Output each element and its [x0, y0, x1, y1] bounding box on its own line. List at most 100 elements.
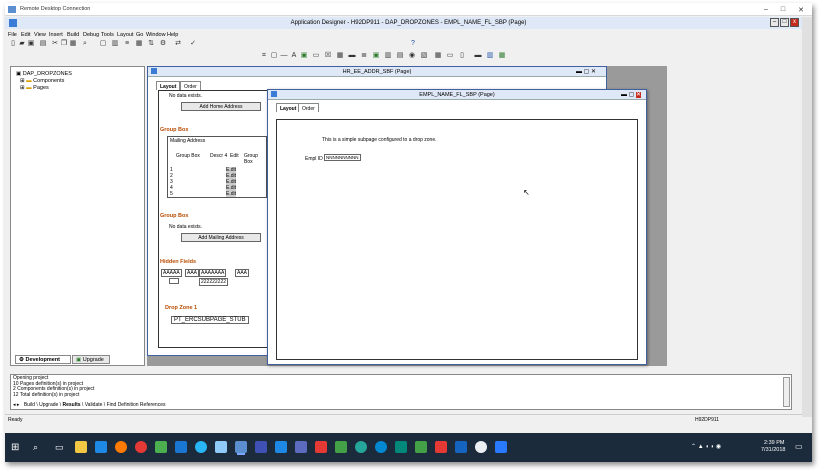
menu-layout[interactable]: Layout — [117, 32, 134, 38]
grid-icon[interactable]: ▦ — [135, 40, 143, 48]
output-tab-upgrade[interactable]: Upgrade — [39, 402, 58, 408]
groupbox-icon[interactable]: ▢ — [270, 52, 278, 60]
pivot-icon[interactable]: ▦ — [498, 52, 506, 60]
menu-help[interactable]: Help — [167, 32, 178, 38]
notifications-icon[interactable]: ▭ — [795, 442, 803, 451]
line-icon[interactable]: — — [280, 52, 288, 60]
button-icon[interactable]: ▬ — [348, 52, 356, 60]
clock-date[interactable]: 7/31/2018 — [761, 447, 785, 453]
window-icon[interactable]: ▢ — [99, 40, 107, 48]
paint-icon[interactable] — [155, 441, 167, 453]
app-icon-15[interactable] — [355, 441, 367, 453]
output-tab-results[interactable]: Results — [62, 402, 80, 408]
app-icon-20[interactable] — [455, 441, 467, 453]
windows-start-icon[interactable]: ⊞ — [11, 442, 19, 453]
editbox-icon[interactable]: ▭ — [312, 52, 320, 60]
app-icon-16[interactable] — [375, 441, 387, 453]
menu-go[interactable]: Go — [136, 32, 143, 38]
output-nav-icon[interactable]: ◂ ▸ — [13, 402, 19, 408]
frame-icon[interactable]: ⌗ — [260, 52, 268, 60]
app-minimize-button[interactable]: – — [770, 18, 779, 27]
menu-debug[interactable]: Debug — [83, 32, 99, 38]
subpage-icon[interactable]: ▤ — [396, 52, 404, 60]
output-scrollbar[interactable] — [783, 377, 790, 407]
app-icon-12[interactable] — [295, 441, 307, 453]
empl-tab-layout[interactable]: Layout — [276, 103, 301, 112]
tab-icon[interactable]: ▯ — [458, 52, 466, 60]
project-tab-upgrade[interactable]: ▣ Upgrade — [72, 355, 110, 364]
tree-item-components[interactable]: ⊞ ▬ Components — [16, 78, 72, 85]
radio-icon[interactable]: ◉ — [408, 52, 416, 60]
project-tab-development[interactable]: ⚙ Development — [15, 355, 71, 364]
rdp-maximize-button[interactable]: □ — [777, 6, 789, 13]
tree-icon[interactable]: ▣ — [372, 52, 380, 60]
cut-icon[interactable]: ✂ — [51, 40, 59, 48]
htmlarea-icon[interactable]: ▦ — [434, 52, 442, 60]
build-icon[interactable]: ⚙ — [159, 40, 167, 48]
output-tab-validate[interactable]: Validate — [85, 402, 103, 408]
app-icon-19[interactable] — [435, 441, 447, 453]
compare-icon[interactable]: ⇄ — [174, 40, 182, 48]
longedit-icon[interactable]: ▭ — [446, 52, 454, 60]
firefox-icon[interactable] — [115, 441, 127, 453]
search-icon[interactable]: ⌕ — [33, 442, 38, 453]
add-home-address-button[interactable]: Add Home Address — [181, 102, 261, 111]
app-icon-17[interactable] — [395, 441, 407, 453]
menu-edit[interactable]: Edit — [21, 32, 30, 38]
checkbox-icon[interactable]: ☒ — [324, 52, 332, 60]
dropzone-icon[interactable]: ▬ — [474, 52, 482, 60]
addr-tab-layout[interactable]: Layout — [156, 81, 181, 90]
text-icon[interactable]: A — [290, 52, 298, 60]
image-icon[interactable]: ▣ — [300, 52, 308, 60]
order-icon[interactable]: ⇅ — [147, 40, 155, 48]
grid-control-icon[interactable]: ▦ — [336, 52, 344, 60]
open-icon[interactable]: ▰ — [18, 40, 26, 48]
menu-file[interactable]: File — [8, 32, 17, 38]
menu-window[interactable]: Window — [146, 32, 166, 38]
align-icon[interactable]: ≡ — [123, 40, 131, 48]
output-tab-find-definition-references[interactable]: Find Definition References — [107, 402, 166, 408]
output-tab-build[interactable]: Build — [24, 402, 35, 408]
app-icon-18[interactable] — [415, 441, 427, 453]
menu-tools[interactable]: Tools — [101, 32, 114, 38]
scroll-icon[interactable]: ≣ — [360, 52, 368, 60]
app-restore-button[interactable]: □ — [780, 18, 789, 27]
app-icon-22[interactable] — [495, 441, 507, 453]
addr-window-controls[interactable]: ▬ ▢ ✕ — [576, 68, 596, 75]
find-icon[interactable]: ⌕ — [81, 40, 89, 48]
app-icon-7[interactable] — [195, 441, 207, 453]
app-icon-10[interactable] — [255, 441, 267, 453]
secpage-icon[interactable]: ▧ — [420, 52, 428, 60]
app-icon-8[interactable] — [215, 441, 227, 453]
file-explorer-icon[interactable] — [75, 441, 87, 453]
app-close-button[interactable]: x — [790, 18, 799, 27]
menu-insert[interactable]: Insert — [49, 32, 63, 38]
save-icon[interactable]: ▣ — [27, 40, 35, 48]
chrome-icon[interactable] — [135, 441, 147, 453]
print-icon[interactable]: ▤ — [39, 40, 47, 48]
tree-item-pages[interactable]: ⊞ ▬ Pages — [16, 85, 72, 92]
layout-icon[interactable]: ▥ — [111, 40, 119, 48]
remote-desktop-icon[interactable] — [175, 441, 187, 453]
tree-root[interactable]: ▣ DAP_DROPZONES — [16, 71, 72, 78]
app-icon-14[interactable] — [335, 441, 347, 453]
clock-time[interactable]: 2:39 PM — [764, 440, 784, 446]
addr-tab-order[interactable]: Order — [180, 81, 201, 90]
new-icon[interactable]: ▯ — [9, 40, 17, 48]
app-icon-13[interactable] — [315, 441, 327, 453]
rdp-close-button[interactable]: ✕ — [795, 6, 807, 14]
app-designer-icon[interactable] — [235, 441, 247, 453]
empl-window-controls[interactable]: ▬ ▢ ✕ — [621, 91, 642, 98]
task-view-icon[interactable]: ▭ — [55, 442, 64, 453]
chart2-icon[interactable]: ▥ — [486, 52, 494, 60]
copy-icon[interactable]: ❐ — [60, 40, 68, 48]
close-icon[interactable]: ✕ — [636, 92, 642, 98]
outer-scrollbar[interactable] — [802, 17, 812, 417]
menu-build[interactable]: Build — [67, 32, 79, 38]
edge-icon[interactable] — [95, 441, 107, 453]
app-icon-11[interactable] — [275, 441, 287, 453]
chart-icon[interactable]: ▥ — [384, 52, 392, 60]
menu-view[interactable]: View — [34, 32, 46, 38]
paste-icon[interactable]: ▦ — [69, 40, 77, 48]
tray-icons[interactable]: ⌃ ▲ ◖ ◗ ◉ — [691, 443, 721, 450]
